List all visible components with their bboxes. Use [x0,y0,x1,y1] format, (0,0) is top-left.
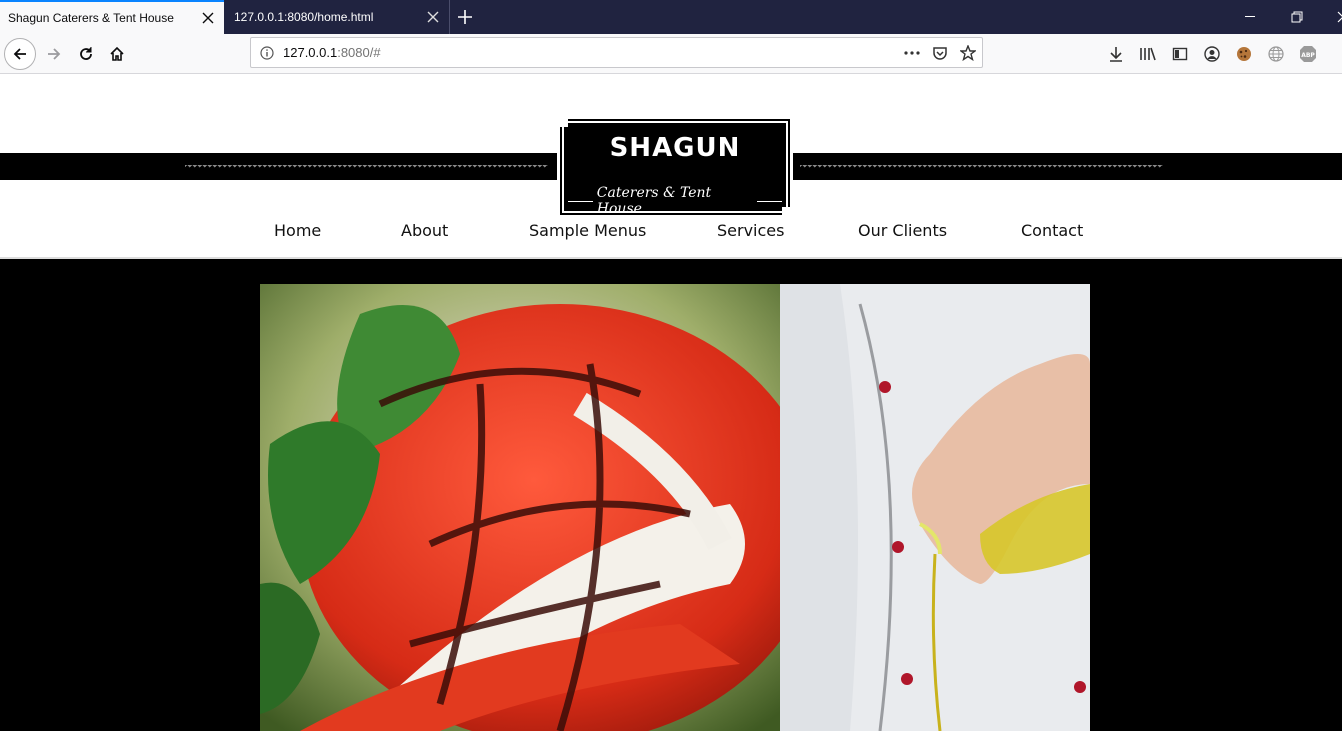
tab-home-html[interactable]: 127.0.0.1:8080/home.html [224,0,450,34]
menu-item-home[interactable]: Home [274,221,321,240]
caprese-salad-image [260,284,780,731]
minimize-button[interactable] [1228,0,1274,34]
chef-pouring-oil-image [780,284,1090,731]
nav-bar: 127.0.0.1:8080/# ABP [0,34,1342,74]
logo-subtitle: Caterers & Tent House [596,185,712,217]
back-button[interactable] [4,38,36,70]
menu-item-our-clients[interactable]: Our Clients [858,221,947,240]
logo-title: SHAGUN [609,133,741,163]
cookie-icon[interactable] [1232,42,1256,66]
tab-shagun[interactable]: Shagun Caterers & Tent House [0,0,224,34]
url-host: 127.0.0.1 [283,45,338,60]
decorative-pattern [185,165,548,170]
globe-icon[interactable] [1264,42,1288,66]
reload-button[interactable] [70,38,102,70]
library-icon[interactable] [1136,42,1160,66]
forward-button[interactable] [38,38,70,70]
url-text[interactable]: 127.0.0.1:8080/# [283,45,898,60]
pocket-icon[interactable] [926,45,954,61]
logo-subtitle-row: Caterers & Tent House [564,185,786,217]
tab-title: 127.0.0.1:8080/home.html [234,10,374,24]
menu-item-contact[interactable]: Contact [1021,221,1083,240]
more-actions-icon[interactable] [898,50,926,55]
close-window-button[interactable] [1320,0,1342,34]
account-icon[interactable] [1200,42,1224,66]
site-logo[interactable]: SHAGUN Caterers & Tent House [557,117,793,217]
close-icon[interactable] [421,5,445,29]
url-bar[interactable]: 127.0.0.1:8080/# [250,37,983,68]
menu-item-sample-menus[interactable]: Sample Menus [529,221,646,240]
tab-title: Shagun Caterers & Tent House [8,11,174,25]
adblock-icon[interactable]: ABP [1296,42,1320,66]
restore-button[interactable] [1274,0,1320,34]
tab-bar: Shagun Caterers & Tent House 127.0.0.1:8… [0,0,1342,34]
svg-text:ABP: ABP [1301,52,1315,59]
main-menu: Home About Sample Menus Services Our Cli… [0,221,1342,243]
info-icon[interactable] [251,45,283,60]
decorative-pattern [800,165,1163,170]
logo-frame: SHAGUN Caterers & Tent House [558,117,792,217]
bookmark-star-icon[interactable] [954,44,982,61]
home-button[interactable] [101,38,133,70]
menu-item-services[interactable]: Services [717,221,784,240]
url-path: :8080/# [337,45,381,60]
download-icon[interactable] [1104,42,1128,66]
hero-section [0,259,1342,731]
new-tab-button[interactable] [452,5,478,29]
web-page: SHAGUN Caterers & Tent House Home About … [0,75,1342,731]
menu-item-about[interactable]: About [401,221,448,240]
close-icon[interactable] [196,6,220,30]
sidebar-icon[interactable] [1168,42,1192,66]
